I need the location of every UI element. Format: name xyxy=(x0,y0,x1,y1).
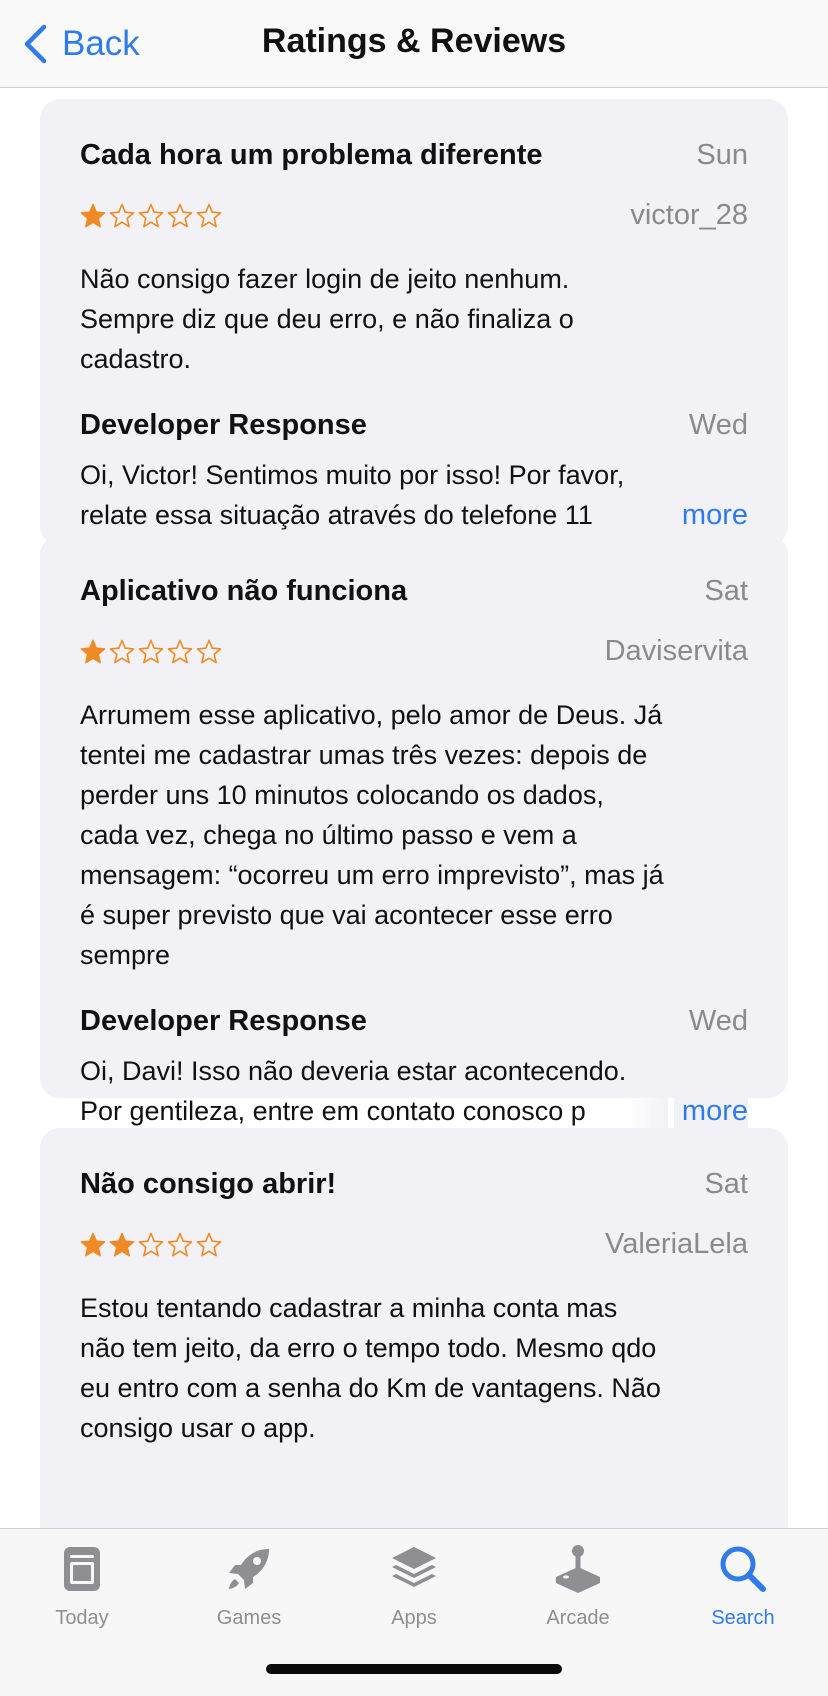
star-outline-icon xyxy=(109,203,135,228)
star-filled-icon xyxy=(109,1232,135,1257)
joystick-icon xyxy=(556,1545,600,1593)
developer-response-label: Developer Response xyxy=(80,1005,367,1037)
tab-search[interactable]: Search xyxy=(673,1543,813,1630)
review-body: Arrumem esse aplicativo, pelo amor de De… xyxy=(80,695,748,975)
review-body-line: Sempre diz que deu erro, e não finaliza … xyxy=(80,304,574,334)
home-indicator[interactable] xyxy=(266,1664,562,1674)
review-date: Sat xyxy=(704,575,748,607)
tab-apps[interactable]: Apps xyxy=(344,1543,484,1630)
review-body-line: sempre xyxy=(80,940,171,970)
more-link[interactable]: more xyxy=(673,495,748,535)
page-title: Ratings & Reviews xyxy=(261,22,567,60)
developer-response-label: Developer Response xyxy=(80,409,367,441)
review-body-line: consigo usar o app. xyxy=(80,1413,316,1443)
tab-today[interactable]: Today xyxy=(12,1543,152,1630)
tab-games[interactable]: Games xyxy=(179,1543,319,1630)
developer-response-line: Oi, Victor! Sentimos muito por isso! Por… xyxy=(80,460,625,490)
more-link[interactable]: more xyxy=(673,1091,748,1131)
star-rating xyxy=(80,639,222,665)
review-title: Não consigo abrir! xyxy=(80,1168,337,1200)
tab-label: Games xyxy=(216,1607,282,1629)
search-icon xyxy=(720,1546,766,1592)
star-outline-icon xyxy=(109,639,135,664)
star-outline-icon xyxy=(196,1232,222,1257)
star-outline-icon xyxy=(167,1232,193,1257)
review-body-line: Não consigo fazer login de jeito nenhum. xyxy=(80,264,570,294)
review-body-line: eu entro com a senha do Km de vantagens.… xyxy=(80,1373,661,1403)
review-title: Cada hora um problema diferente xyxy=(80,139,543,171)
star-rating xyxy=(80,203,222,229)
review-body-line: Arrumem esse aplicativo, pelo amor de De… xyxy=(80,700,663,730)
developer-response-line: Por gentileza, entre em contato conosco … xyxy=(80,1096,586,1126)
review-body-line: cada vez, chega no último passo e vem a xyxy=(80,820,577,850)
star-filled-icon xyxy=(80,639,106,664)
apps-stack-icon xyxy=(392,1547,436,1587)
review-body: Estou tentando cadastrar a minha conta m… xyxy=(80,1288,748,1448)
developer-response-date: Wed xyxy=(688,409,748,441)
star-rating xyxy=(80,1232,222,1258)
review-body-line: tentei me cadastrar umas três vezes: dep… xyxy=(80,740,648,770)
review-author: victor_28 xyxy=(630,199,748,231)
star-outline-icon xyxy=(138,203,164,228)
star-filled-icon xyxy=(80,1232,106,1257)
review-date: Sat xyxy=(704,1168,748,1200)
developer-response-line: Oi, Davi! Isso não deveria estar acontec… xyxy=(80,1056,627,1086)
review-card: Aplicativo não funciona Sat Daviservita … xyxy=(40,535,788,1131)
developer-response-date: Wed xyxy=(688,1005,748,1037)
tab-label: Apps xyxy=(391,1607,437,1629)
text-fade xyxy=(628,495,668,535)
tab-label: Arcade xyxy=(546,1607,610,1629)
today-icon xyxy=(64,1547,100,1591)
text-fade xyxy=(628,1091,668,1131)
developer-response-body: Oi, Davi! Isso não deveria estar acontec… xyxy=(80,1051,748,1131)
navigation-bar: Back Ratings & Reviews xyxy=(0,0,828,88)
star-outline-icon xyxy=(167,203,193,228)
star-outline-icon xyxy=(196,639,222,664)
review-card: Cada hora um problema diferente Sun vict… xyxy=(40,99,788,546)
star-outline-icon xyxy=(196,203,222,228)
reviews-list[interactable]: Cada hora um problema diferente Sun vict… xyxy=(0,89,828,1529)
star-outline-icon xyxy=(167,639,193,664)
rocket-icon xyxy=(229,1549,269,1589)
review-body-line: cadastro. xyxy=(80,344,192,374)
tab-label: Today xyxy=(55,1607,109,1629)
star-filled-icon xyxy=(80,203,106,228)
developer-response-body: Oi, Victor! Sentimos muito por isso! Por… xyxy=(80,455,748,535)
star-outline-icon xyxy=(138,1232,164,1257)
review-card: Não consigo abrir! Sat ValeriaLela Estou… xyxy=(40,1128,788,1529)
review-author: Daviservita xyxy=(604,635,748,667)
review-date: Sun xyxy=(696,139,748,171)
tab-arcade[interactable]: Arcade xyxy=(508,1543,648,1630)
developer-response-line: relate essa situação através do telefone… xyxy=(80,500,593,530)
star-outline-icon xyxy=(138,639,164,664)
review-body-line: perder uns 10 minutos colocando os dados… xyxy=(80,780,604,810)
review-author: ValeriaLela xyxy=(605,1228,748,1260)
review-body-line: não tem jeito, da erro o tempo todo. Mes… xyxy=(80,1333,657,1363)
review-body-line: Estou tentando cadastrar a minha conta m… xyxy=(80,1293,618,1323)
review-title: Aplicativo não funciona xyxy=(80,575,408,607)
review-body: Não consigo fazer login de jeito nenhum.… xyxy=(80,259,748,379)
review-body-line: mensagem: “ocorreu um erro imprevisto”, … xyxy=(80,860,664,890)
review-body-line: é super previsto que vai acontecer esse … xyxy=(80,900,613,930)
tab-label: Search xyxy=(711,1607,775,1629)
